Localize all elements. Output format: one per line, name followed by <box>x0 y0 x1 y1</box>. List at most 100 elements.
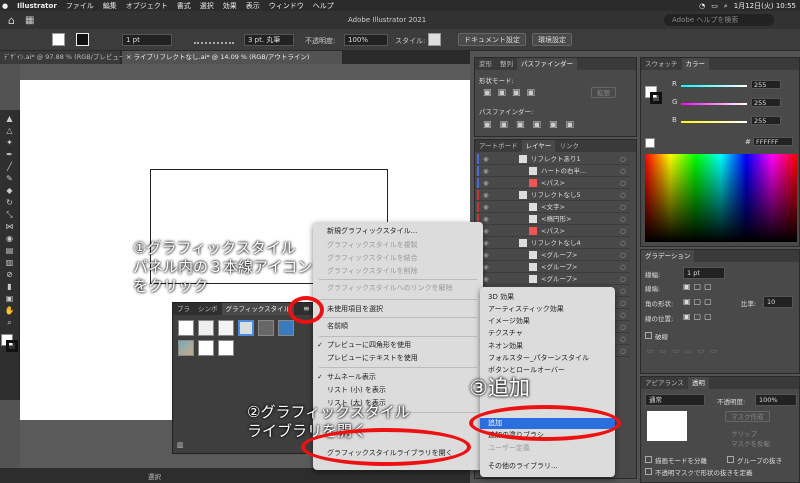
opacity-field[interactable]: 100% <box>344 34 388 46</box>
tab-close-icon[interactable]: × <box>126 53 134 61</box>
tab-doc2[interactable]: × ライブリフレクトなし.ai* @ 14.09 % (RGB/アウトライン) <box>122 51 342 64</box>
style-swatch[interactable] <box>218 320 234 336</box>
menu-item[interactable]: 未使用項目を選択 <box>313 304 483 315</box>
rotate-tool-icon[interactable]: ↻ <box>4 198 15 207</box>
menu-edit[interactable]: 編集 <box>103 1 117 11</box>
submenu-item[interactable]: アーティスティック効果 <box>480 304 615 315</box>
stroke-color-icon[interactable] <box>6 340 18 352</box>
home-icon[interactable]: ⌂ <box>8 14 15 27</box>
target-icon[interactable]: ○ <box>620 297 626 308</box>
r-value[interactable]: 255 <box>751 80 781 89</box>
layer-row[interactable]: ◉ リフレクトあり1 ○ <box>475 153 630 165</box>
style-swatch[interactable] <box>198 340 214 356</box>
eyedropper-icon[interactable]: ⊘ <box>4 270 15 279</box>
tab-pathfinder[interactable]: パスファインダー <box>517 58 577 70</box>
submenu-item[interactable]: ネオン効果 <box>480 341 615 352</box>
layer-row[interactable]: ◉ <パス> ○ <box>475 225 630 237</box>
scale-tool-icon[interactable]: ⤡ <box>4 210 15 219</box>
zoom-tool-icon[interactable]: ⌕ <box>4 318 15 327</box>
layer-row[interactable]: ◉ リフレクトなし5 ○ <box>475 189 630 201</box>
target-icon[interactable]: ○ <box>620 345 626 356</box>
tab-transform[interactable]: 変形 <box>475 58 496 70</box>
color-spectrum[interactable] <box>645 154 797 242</box>
style-swatch[interactable] <box>428 33 441 46</box>
style-swatch[interactable] <box>178 320 194 336</box>
help-search-input[interactable]: Adobe ヘルプを検索 <box>664 14 774 26</box>
menu-item[interactable]: プレビューにテキストを使用 <box>313 353 483 364</box>
visibility-icon[interactable]: ◉ <box>483 213 489 224</box>
tab-doc1[interactable]: ﾃﾞｻﾞｲﾝ.ai* @ 97.88 % (RGB/プレビュー) <box>0 51 128 64</box>
none-swatch-icon[interactable] <box>645 138 655 148</box>
visibility-icon[interactable]: ◉ <box>483 201 489 212</box>
layer-row[interactable]: ◉ <パス> ○ <box>475 177 630 189</box>
visibility-icon[interactable]: ◉ <box>483 237 489 248</box>
cap-icons[interactable]: ▣▢▢ <box>683 282 715 291</box>
preferences-button[interactable]: 環境設定 <box>532 33 572 46</box>
document-settings-button[interactable]: ドキュメント設定 <box>458 33 526 46</box>
dash-checkbox[interactable] <box>645 332 652 339</box>
target-icon[interactable]: ○ <box>620 309 626 320</box>
target-icon[interactable]: ○ <box>620 189 626 200</box>
tab-transparency[interactable]: 透明 <box>687 377 709 389</box>
tab-appearance[interactable]: アピアランス <box>641 377 688 389</box>
tab-layers[interactable]: レイヤー <box>521 140 556 152</box>
brush-field[interactable]: 3 pt. 丸筆 <box>244 34 294 46</box>
gradient-tool-icon[interactable]: ▥ <box>4 258 15 267</box>
tab-graphic-styles[interactable]: グラフィックスタイル <box>221 303 295 315</box>
g-slider[interactable] <box>681 103 747 105</box>
clock[interactable]: 1月12日(火) 10:55 <box>734 1 796 11</box>
tab-symbols[interactable]: シンボ <box>194 303 222 315</box>
mask-shape-checkbox[interactable] <box>645 468 652 475</box>
wifi-icon[interactable]: ◔ <box>699 2 705 10</box>
target-icon[interactable]: ○ <box>620 333 626 344</box>
shape-mode-icons[interactable]: ▣▣▣▣ <box>483 88 541 98</box>
layer-row[interactable]: ◉ <文字> ○ <box>475 201 630 213</box>
layer-row[interactable]: ◉ リフレクトなし4 ○ <box>475 237 630 249</box>
style-swatch[interactable] <box>238 320 254 336</box>
b-value[interactable]: 255 <box>751 116 781 125</box>
layer-row[interactable]: ◉ <グループ> ○ <box>475 261 630 273</box>
target-icon[interactable]: ○ <box>620 321 626 332</box>
menu-item[interactable]: ✓ サムネール表示 <box>313 372 483 383</box>
submenu-item[interactable]: テクスチャ <box>480 328 615 339</box>
layer-row[interactable]: ◉ <グループ> ○ <box>475 249 630 261</box>
visibility-icon[interactable]: ◉ <box>483 273 489 284</box>
submenu-item[interactable]: ユーザー定義 <box>480 443 615 454</box>
target-icon[interactable]: ○ <box>620 201 626 212</box>
submenu-item[interactable]: その他のライブラリ... <box>480 461 615 472</box>
variable-width-profile[interactable] <box>194 35 234 44</box>
perspective-icon[interactable]: ▤ <box>4 246 15 255</box>
target-icon[interactable]: ○ <box>620 153 626 164</box>
stroke-swatch[interactable] <box>76 33 89 46</box>
menu-window[interactable]: ウィンドウ <box>269 1 304 11</box>
corner-icons[interactable]: ▣▢▢ <box>683 297 715 306</box>
submenu-item[interactable]: 3D 効果 <box>480 292 615 303</box>
menu-item[interactable]: ✓ プレビューに四角形を使用 <box>313 340 483 351</box>
style-swatch[interactable] <box>278 320 294 336</box>
ratio-field[interactable]: 10 <box>763 296 793 308</box>
target-icon[interactable]: ○ <box>620 225 626 236</box>
paintbrush-icon[interactable]: ✎ <box>4 174 15 183</box>
knockout-checkbox[interactable] <box>727 456 734 463</box>
invert-mask-checkbox[interactable]: マスクを反転 <box>731 438 770 448</box>
pen-tool-icon[interactable]: ✒ <box>4 150 15 159</box>
selection-tool-icon[interactable]: ▲ <box>4 114 15 123</box>
clip-checkbox[interactable]: クリップ <box>731 428 757 438</box>
visibility-icon[interactable]: ◉ <box>483 189 489 200</box>
visibility-icon[interactable]: ◉ <box>483 249 489 260</box>
visibility-icon[interactable]: ◉ <box>483 225 489 236</box>
tab-artboards[interactable]: アートボード <box>475 140 522 152</box>
layer-row[interactable]: ◉ <グループ> ○ <box>475 273 630 285</box>
visibility-icon[interactable]: ◉ <box>483 153 489 164</box>
menu-select[interactable]: 選択 <box>200 1 214 11</box>
dash-fields[interactable]: ▭▭▭▭▭▭ <box>647 347 723 355</box>
style-swatch[interactable] <box>198 320 214 336</box>
tab-swatches[interactable]: スウォッチ <box>641 58 682 70</box>
fill-swatch[interactable] <box>52 33 65 46</box>
g-value[interactable]: 255 <box>751 98 781 107</box>
eraser-icon[interactable]: ◆ <box>4 186 15 195</box>
blend-mode-select[interactable]: 通常 <box>645 394 705 406</box>
menu-object[interactable]: オブジェクト <box>126 1 168 11</box>
layer-row[interactable]: ◉ <楕円形> ○ <box>475 213 630 225</box>
layer-row[interactable]: ◉ ハートの右半... ○ <box>475 165 630 177</box>
